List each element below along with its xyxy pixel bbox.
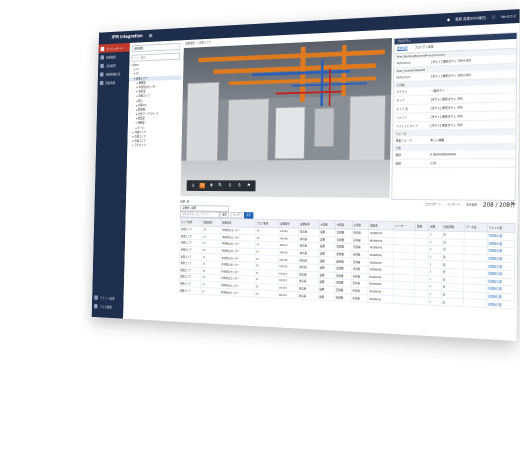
- floor: [180, 160, 390, 198]
- list-title: 設備一覧: [180, 199, 189, 203]
- column-header[interactable]: 大項目: [319, 220, 336, 229]
- bim-3d-viewer[interactable]: ⌂ ↻ ✥ 🔍 ⚲ ♁ ⚑: [180, 38, 392, 198]
- table-cell: [414, 297, 427, 305]
- property-list: Pset_BuildingElementProxyCommon Reference…: [393, 49, 517, 168]
- property-key: ファミリ: [393, 113, 428, 121]
- property-value: [ダクト] 角形ダクト 300: [428, 120, 516, 129]
- tab-element-info[interactable]: 要素情報: [397, 46, 408, 51]
- table-cell: 空調機: [334, 293, 351, 301]
- table-cell: 1F: [254, 290, 278, 298]
- sidebar-item-label: マスタ管理: [100, 304, 112, 309]
- column-header[interactable]: 型番: [416, 222, 429, 231]
- version-label: Ver.6.0.2: [501, 14, 516, 19]
- viewer-tool-icon[interactable]: ✥: [209, 183, 214, 188]
- column-header[interactable]: 中項目: [336, 220, 353, 229]
- user-name[interactable]: 藤原 真理(DRG様式): [455, 15, 486, 22]
- property-value: 0.3000000000000: [427, 150, 515, 158]
- viewer-tool-icon[interactable]: ♁: [237, 183, 243, 188]
- column-header[interactable]: 台数: [429, 222, 442, 231]
- table-body: 倉庫エリア 1F 中央防災センター 1F D0145 換気扇 設備 空調機 天井扇 MGB8045…: [179, 226, 515, 309]
- user-icon: ●: [447, 18, 450, 22]
- equipment-table: エリア名称 階層名称 部屋名称 フロア名称 設備番号 設備名称 大項目 中項目 小項目 製品名 メー…: [178, 217, 515, 309]
- sidebar-item-icon: [94, 304, 98, 309]
- table-cell: 設備: [318, 293, 335, 301]
- viewer-tool-icon[interactable]: ↻: [200, 183, 205, 188]
- property-value: 新しい構築: [428, 135, 516, 144]
- column-header[interactable]: 小項目: [352, 221, 369, 230]
- table-cell: 天井扇: [351, 294, 368, 302]
- viewer-tool-icon[interactable]: ⚑: [246, 183, 252, 188]
- property-key: 面積: [393, 151, 428, 159]
- equipment-block: [227, 98, 269, 164]
- column-header[interactable]: メーカー: [394, 221, 416, 230]
- property-key: ファミリとタイプ: [393, 122, 428, 130]
- export-button[interactable]: エクスポート: [425, 202, 441, 206]
- app-logo: IFM integration: [111, 34, 142, 41]
- table-cell: 1: [428, 298, 441, 306]
- red-pipe: [329, 69, 331, 106]
- table-cell: 中央防災センター: [220, 289, 255, 297]
- record-count: 208 / 208件: [483, 200, 516, 209]
- property-key: カテゴリ: [394, 87, 429, 96]
- sidebar-item-label: ダッシュボード: [106, 45, 123, 50]
- table-cell: MGB8045: [368, 295, 393, 303]
- display-settings-button[interactable]: 表示設定: [466, 202, 477, 206]
- sidebar-item-label: テナント管理: [100, 295, 115, 300]
- table-cell: D0154: [278, 291, 298, 299]
- table-cell: 換気扇: [298, 292, 318, 300]
- properties-panel: プロパティ 要素情報 プロパティ情報 Pset_BuildingElementP…: [391, 32, 517, 201]
- sidebar-item-label: 長期修繕計画: [106, 71, 121, 76]
- equipment-block: [274, 107, 305, 160]
- sidebar-item-icon: [100, 63, 104, 67]
- viewer-tool-icon[interactable]: ⚲: [227, 183, 233, 188]
- tab-property-info[interactable]: プロパティ情報: [415, 45, 434, 51]
- sidebar-item-icon: [100, 80, 104, 84]
- menu-icon[interactable]: ≡: [148, 32, 152, 39]
- sidebar-item-label: 点検管理: [106, 63, 116, 68]
- app-window: IFM integration ≡ ● 藤原 真理(DRG様式) ⓘ Ver.6…: [92, 9, 520, 341]
- property-value: [ダクト] 角形ダクト 300: [428, 111, 516, 121]
- sidebar-bottom-item[interactable]: マスタ管理: [92, 301, 124, 311]
- table-cell: [393, 296, 415, 304]
- tree-panel: 全体構造 ツリー検索 ▾ Root ▸ 1F ▸ 2F ▾ 倉庫エリア ▸ 機械室 ▸ 中…: [123, 40, 183, 321]
- table-cell: 日: [441, 298, 464, 306]
- viewer-tool-icon[interactable]: 🔍: [218, 183, 224, 188]
- tree-node[interactable]: ▸ ラボエリア: [127, 143, 180, 148]
- info-icon[interactable]: ⓘ: [492, 15, 495, 20]
- property-key: 容積: [393, 159, 428, 167]
- import-button[interactable]: インポート: [447, 202, 461, 206]
- sidebar-item-icon: [94, 295, 98, 299]
- main-area: 建物選択 ＞ 倉庫エリア ⌂ ↻ ✥ 🔍 ⚲ ♁ ⚑ プロパティ 要素情報 プロ…: [176, 23, 519, 341]
- blue-pipe: [320, 60, 323, 106]
- property-key: 構築フェーズ: [393, 136, 428, 144]
- viewer-tool-icon[interactable]: ⌂: [190, 183, 195, 188]
- column-header[interactable]: データ名: [464, 223, 487, 232]
- tree-search-input[interactable]: ツリー検索: [132, 53, 180, 62]
- table-cell: 倉庫エリア: [179, 287, 201, 295]
- sidebar-item-icon: [100, 55, 104, 59]
- property-key: Reference: [394, 73, 429, 82]
- property-key: Reference: [394, 58, 429, 67]
- table-cell: [464, 299, 487, 308]
- sidebar-item-icon: [101, 46, 105, 50]
- sidebar-item-label: 図面情報: [105, 80, 115, 85]
- table-cell: 1F: [201, 288, 220, 296]
- table-cell[interactable]: 空調換気図: [486, 300, 514, 309]
- sidebar-item[interactable]: 図面情報: [98, 77, 129, 87]
- sidebar-item-label: 設備管理: [106, 54, 116, 59]
- property-row: 容積 1.02: [393, 159, 516, 168]
- column-header[interactable]: 点検周期: [442, 222, 464, 231]
- viewer-toolbar: ⌂ ↻ ✥ 🔍 ⚲ ♁ ⚑: [187, 180, 256, 191]
- equipment-block: [314, 108, 335, 147]
- equipment-block: [349, 95, 386, 164]
- list-toolbar: 設備一覧 エクスポート インポート 表示設定 208 / 208件: [180, 198, 516, 208]
- property-value: 1.02: [427, 159, 515, 167]
- structure-select[interactable]: 全体構造: [132, 43, 180, 52]
- sidebar-item-icon: [100, 72, 104, 76]
- property-key: タイプ 名: [393, 104, 428, 112]
- property-key: タイプ: [394, 96, 429, 105]
- tree-list: ▾ Root ▸ 1F ▸ 2F ▾ 倉庫エリア ▸ 機械室 ▸ 中央防災センター ▸ 電気…: [127, 61, 182, 148]
